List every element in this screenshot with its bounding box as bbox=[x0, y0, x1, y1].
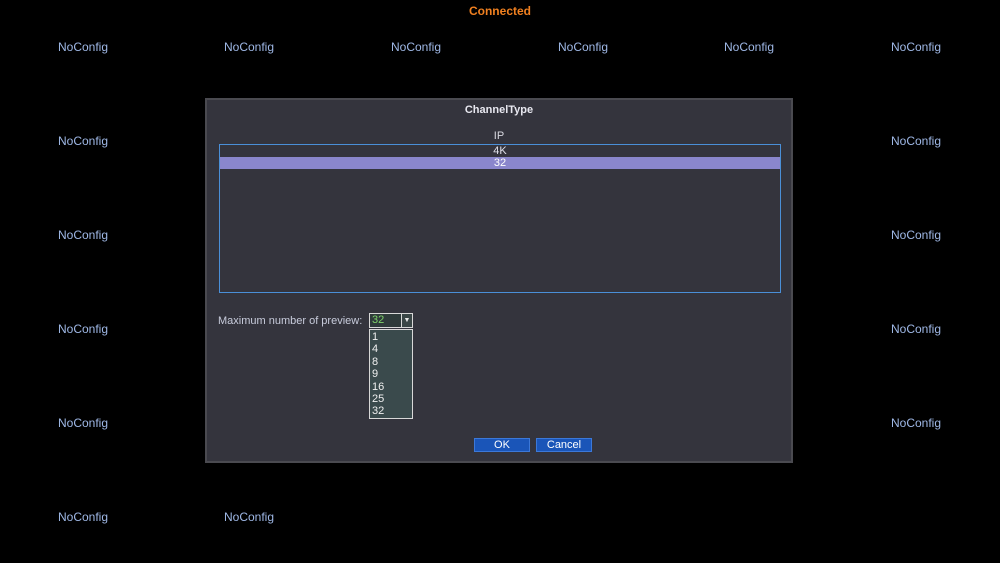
channel-type-list[interactable]: 4K 32 bbox=[219, 144, 781, 293]
max-preview-dropdown: 1 4 8 9 16 25 32 bbox=[369, 329, 413, 419]
dropdown-option[interactable]: 1 bbox=[370, 331, 412, 343]
channel-type-dialog: ChannelType IP 4K 32 Maximum number of p… bbox=[205, 98, 793, 463]
channel-cell[interactable]: NoConfig bbox=[666, 40, 832, 54]
dropdown-option[interactable]: 16 bbox=[370, 381, 412, 393]
cancel-button[interactable]: Cancel bbox=[536, 438, 592, 452]
channel-cell[interactable]: NoConfig bbox=[833, 134, 999, 148]
channel-cell[interactable]: NoConfig bbox=[0, 416, 166, 430]
channel-cell[interactable]: NoConfig bbox=[500, 40, 666, 54]
channel-cell[interactable]: NoConfig bbox=[0, 134, 166, 148]
channel-cell[interactable]: NoConfig bbox=[166, 510, 332, 524]
dropdown-option[interactable]: 8 bbox=[370, 356, 412, 368]
max-preview-label: Maximum number of preview: bbox=[218, 315, 363, 327]
channel-cell[interactable]: NoConfig bbox=[833, 40, 999, 54]
dropdown-option[interactable]: 25 bbox=[370, 393, 412, 405]
dropdown-option[interactable]: 32 bbox=[370, 405, 412, 417]
channel-cell[interactable]: NoConfig bbox=[0, 510, 166, 524]
list-column-header: IP bbox=[493, 130, 505, 142]
channel-cell[interactable]: NoConfig bbox=[166, 40, 332, 54]
channel-cell[interactable]: NoConfig bbox=[0, 40, 166, 54]
dropdown-option[interactable]: 9 bbox=[370, 368, 412, 380]
dialog-title: ChannelType bbox=[464, 104, 534, 116]
select-current-value: 32 bbox=[372, 314, 385, 326]
dropdown-option[interactable]: 4 bbox=[370, 343, 412, 355]
chevron-down-icon[interactable]: ▼ bbox=[401, 314, 412, 327]
channel-cell[interactable]: NoConfig bbox=[833, 228, 999, 242]
dvr-screen: Connected NoConfig NoConfig NoConfig NoC… bbox=[0, 0, 1000, 563]
channel-cell[interactable]: NoConfig bbox=[0, 228, 166, 242]
connection-status: Connected bbox=[468, 4, 531, 18]
channel-cell[interactable]: NoConfig bbox=[0, 322, 166, 336]
channel-cell[interactable]: NoConfig bbox=[833, 416, 999, 430]
ok-button[interactable]: OK bbox=[474, 438, 530, 452]
channel-cell[interactable]: NoConfig bbox=[833, 322, 999, 336]
list-item-selected[interactable]: 32 bbox=[220, 157, 780, 169]
list-item[interactable]: 4K bbox=[220, 145, 780, 157]
channel-cell[interactable]: NoConfig bbox=[333, 40, 499, 54]
max-preview-select[interactable]: 32 ▼ bbox=[369, 313, 413, 328]
